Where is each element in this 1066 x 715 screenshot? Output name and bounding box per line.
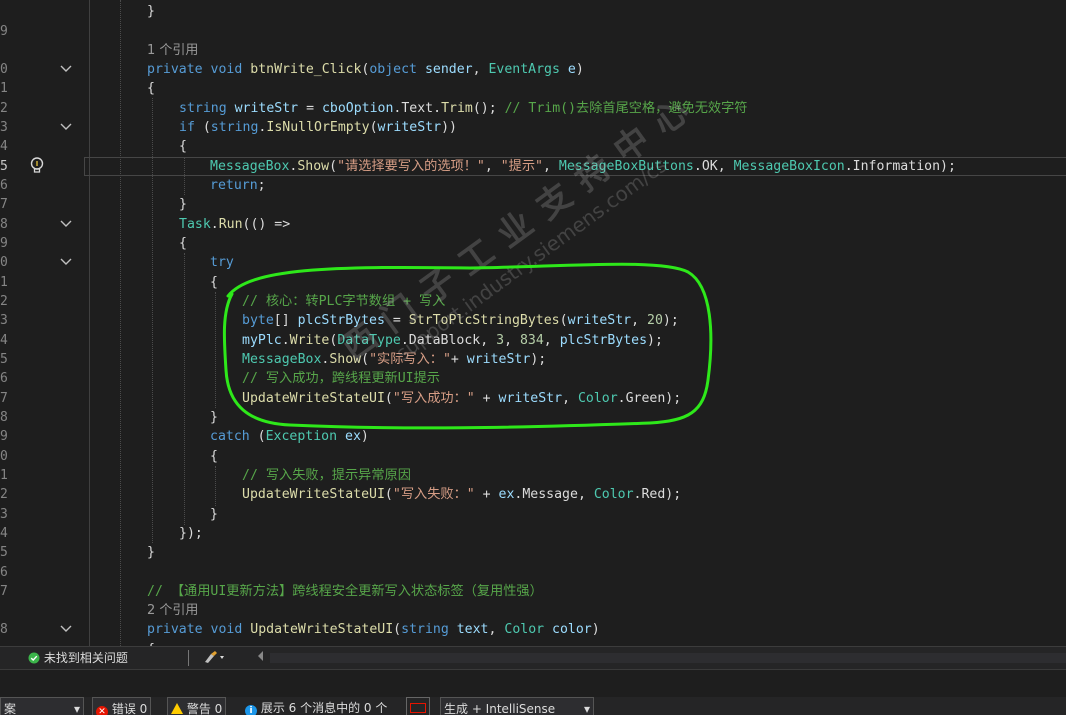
warning-icon [171, 703, 183, 714]
build-filter-value: 生成 + IntelliSense [444, 702, 556, 715]
chevron-down-icon: ▾ [73, 702, 80, 715]
separator [188, 650, 189, 666]
brush-icon [205, 651, 224, 663]
warnings-filter-button[interactable]: 警告 0 [167, 697, 227, 715]
errors-filter-button[interactable]: ✕ 错误 0 [92, 697, 152, 715]
horizontal-scrollbar[interactable] [270, 653, 1066, 663]
error-list-panel-header [0, 669, 1066, 697]
scope-dropdown-value: 案 [4, 702, 17, 715]
info-icon: i [245, 705, 257, 715]
errors-count-label: 错误 0 [111, 702, 148, 715]
check-circle-icon [28, 652, 40, 664]
filter-options-button[interactable] [406, 697, 430, 715]
no-issues-label: 未找到相关问题 [43, 651, 128, 665]
messages-filter-button[interactable]: i 展示 6 个消息中的 0 个 [245, 697, 387, 715]
no-issues-indicator[interactable]: 未找到相关问题 [28, 650, 128, 666]
code-editor[interactable]: 9 0 1 2 3 4 5 6 7 8 9 0 1 2 3 4 5 6 7 8 … [0, 0, 1066, 646]
scope-dropdown[interactable]: 案 ▾ [0, 697, 84, 715]
messages-count-label: 展示 6 个消息中的 0 个 [260, 701, 388, 715]
editor-status-strip: 未找到相关问题 [0, 646, 1066, 669]
filter-icon [410, 703, 426, 713]
scroll-left-icon[interactable] [257, 650, 265, 666]
chevron-down-icon: ▾ [583, 702, 590, 715]
error-icon: ✕ [96, 706, 108, 715]
error-list-toolbar: 案 ▾ ✕ 错误 0 警告 0 i 展示 6 个消息中的 0 个 生成 + In… [0, 697, 1066, 715]
code-cleanup-button[interactable] [203, 650, 227, 666]
warnings-count-label: 警告 0 [186, 702, 223, 715]
annotation-circle [222, 262, 713, 430]
build-intellisense-dropdown[interactable]: 生成 + IntelliSense ▾ [440, 697, 594, 715]
